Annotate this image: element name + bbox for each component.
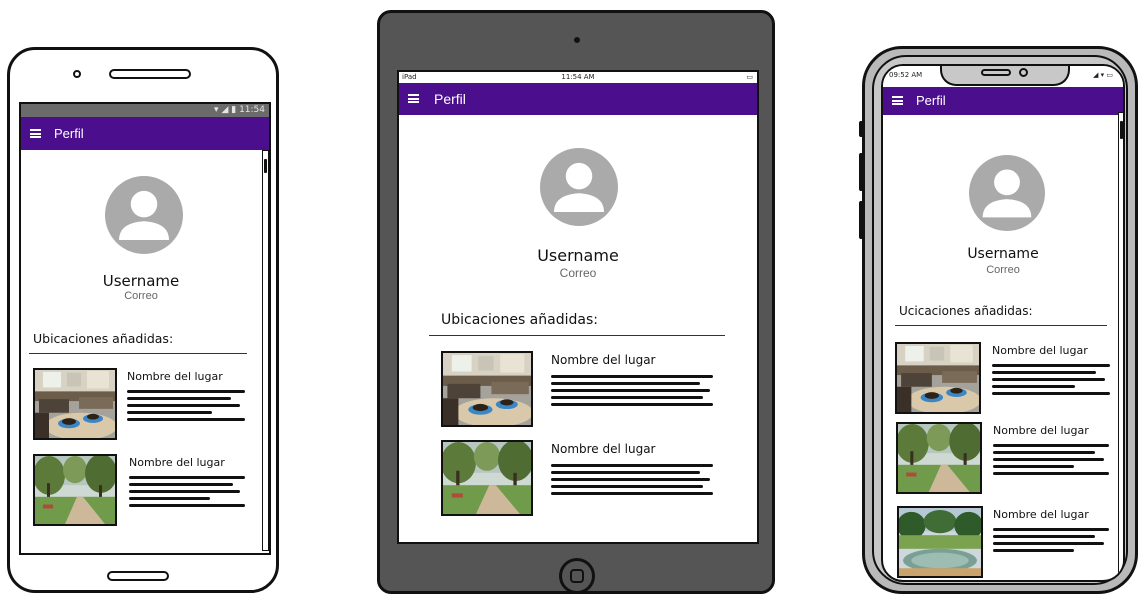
front-camera [1019, 68, 1028, 77]
menu-icon[interactable] [408, 94, 419, 103]
place-description-placeholder [993, 526, 1109, 556]
username: Username [102, 272, 180, 290]
place-item[interactable]: Nombre del lugar [441, 351, 731, 429]
section-title: Ubicaciones añadidas: [33, 331, 174, 346]
scrollbar[interactable] [262, 150, 269, 551]
avatar[interactable] [105, 176, 183, 254]
volume-down-button[interactable] [859, 201, 864, 239]
place-description-placeholder [992, 362, 1110, 399]
status-bar: iPad 11:54 AM ▭ [399, 72, 757, 83]
place-description-placeholder [551, 462, 713, 499]
android-screen: ▾ ◢ ▮ 11:54 Perfil Username Correo Ubica… [19, 102, 271, 555]
status-icons: ▾ ◢ ▮ 11:54 [214, 105, 265, 115]
place-item[interactable]: Nombre del lugar [33, 454, 253, 530]
battery-icon: ▭ [1106, 71, 1113, 79]
battery-icon: ▮ [231, 105, 237, 115]
status-time: 11:54 AM [561, 73, 595, 81]
place-item[interactable]: Nombre del lugar [33, 368, 253, 444]
status-time: 11:54 [239, 105, 265, 115]
email: Correo [124, 290, 158, 302]
place-item[interactable]: Nombre del lugar [895, 342, 1115, 416]
wifi-icon: ▾ [1100, 71, 1105, 79]
section-divider [29, 353, 247, 354]
avatar-person-icon [969, 155, 1045, 231]
earpiece-speaker [981, 69, 1011, 76]
place-photo [441, 351, 533, 427]
place-name: Nombre del lugar [551, 353, 656, 367]
section-title: Ucicaciones añadidas: [899, 304, 1033, 318]
place-description-placeholder [551, 373, 713, 410]
email: Correo [559, 266, 597, 280]
username: Username [967, 246, 1039, 262]
status-icons: ◢ ▾ ▭ [1093, 71, 1113, 79]
iphone-x-mockup: 09:52 AM ◢ ▾ ▭ Perfil Username Correo Uc… [859, 46, 1138, 594]
wifi-icon: ▾ [214, 105, 219, 115]
section-divider [429, 335, 725, 336]
avatar-person-icon [540, 148, 618, 226]
place-photo [895, 342, 981, 414]
mute-switch [859, 121, 864, 137]
menu-icon[interactable] [892, 96, 903, 105]
home-button[interactable] [107, 571, 169, 581]
place-name: Nombre del lugar [551, 442, 656, 456]
scrollbar[interactable] [1118, 112, 1123, 580]
status-bar: ▾ ◢ ▮ 11:54 [21, 104, 269, 117]
place-photo [441, 440, 533, 516]
place-item[interactable]: Nombre del lugar [895, 506, 1115, 580]
ipad-screen: iPad 11:54 AM ▭ Perfil Username Correo U… [397, 70, 759, 544]
email: Correo [986, 264, 1020, 276]
username: Username [537, 246, 619, 265]
app-bar: Perfil [399, 83, 757, 115]
place-photo [896, 422, 982, 494]
app-bar: Perfil [883, 87, 1123, 115]
place-item[interactable]: Nombre del lugar [441, 440, 731, 518]
app-title: Perfil [916, 93, 946, 108]
section-title: Ubicaciones añadidas: [441, 312, 598, 328]
front-camera [73, 70, 81, 78]
status-time: 09:52 AM [889, 71, 923, 79]
app-bar: Perfil [21, 117, 269, 150]
signal-icon: ◢ [1093, 71, 1099, 79]
avatar[interactable] [540, 148, 618, 226]
place-photo [897, 506, 983, 578]
place-name: Nombre del lugar [129, 456, 225, 469]
app-title: Perfil [54, 126, 84, 141]
battery-icon: ▭ [746, 73, 753, 81]
signal-icon: ◢ [221, 105, 229, 115]
place-description-placeholder [129, 474, 245, 511]
avatar[interactable] [969, 155, 1045, 231]
iphone-screen: 09:52 AM ◢ ▾ ▭ Perfil Username Correo Uc… [881, 64, 1125, 582]
ipad-mockup: iPad 11:54 AM ▭ Perfil Username Correo U… [377, 10, 775, 594]
place-description-placeholder [127, 388, 245, 425]
notch [940, 66, 1070, 86]
place-name: Nombre del lugar [993, 508, 1089, 521]
menu-icon[interactable] [30, 129, 41, 138]
volume-up-button[interactable] [859, 153, 864, 191]
place-description-placeholder [993, 442, 1109, 479]
android-phone-mockup: ▾ ◢ ▮ 11:54 Perfil Username Correo Ubica… [7, 47, 279, 593]
place-photo [33, 454, 117, 526]
place-name: Nombre del lugar [127, 370, 223, 383]
place-photo [33, 368, 117, 440]
scroll-thumb[interactable] [263, 159, 267, 173]
home-button-square-icon [570, 569, 584, 583]
app-title: Perfil [434, 91, 466, 107]
section-divider [895, 325, 1107, 326]
scroll-thumb[interactable] [1119, 121, 1123, 139]
avatar-person-icon [105, 176, 183, 254]
home-button[interactable] [559, 558, 595, 594]
earpiece-speaker [109, 69, 191, 79]
front-camera [574, 37, 580, 43]
place-item[interactable]: Nombre del lugar [895, 422, 1115, 496]
place-name: Nombre del lugar [992, 344, 1088, 357]
place-name: Nombre del lugar [993, 424, 1089, 437]
